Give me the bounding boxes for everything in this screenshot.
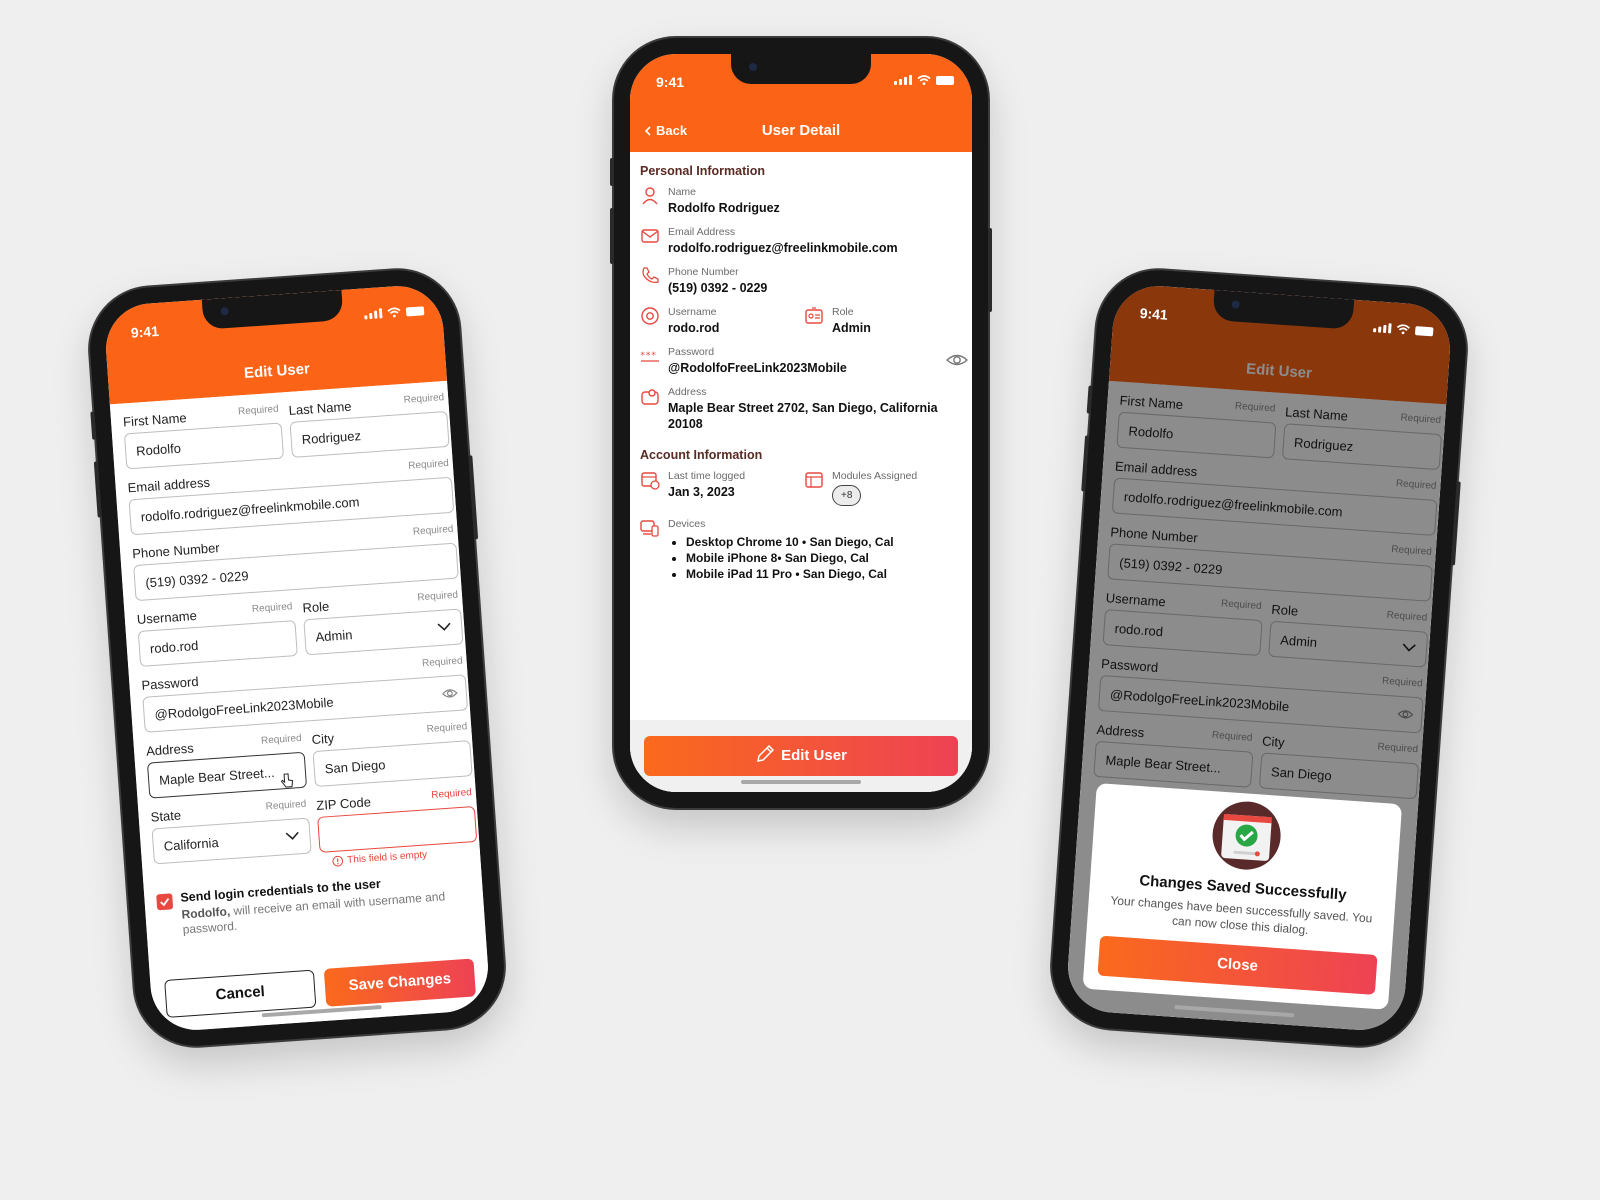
personal-info-heading: Personal Information [640,164,766,178]
success-dialog: Changes Saved Successfully Your changes … [1082,782,1403,1010]
check-icon [160,898,170,907]
state-field: State Required California [150,798,312,865]
home-indicator [741,780,861,784]
hand-cursor-icon [280,773,294,788]
chevron-down-icon [437,622,451,631]
device-item: Desktop Chrome 10 • San Diego, Cal [686,534,894,550]
devices-icon [640,520,659,537]
battery-icon [936,76,954,85]
wifi-icon [387,307,401,318]
send-credentials-checkbox[interactable] [156,893,174,911]
signal-icon [364,308,383,320]
first-name-field: First Name Required Rodolfo [123,403,285,470]
calendar-clock-icon [641,472,660,490]
pencil-icon [757,744,775,762]
city-field: City Required San Diego [311,720,473,788]
saved-dialog-screen: 9:41 Edit User First Name Required Rodol… [1065,283,1453,1033]
detail-body: Personal Information Name Rodolfo Rodrig… [630,152,972,792]
edit-user-screen: 9:41 Edit User First Name Required Rodol… [103,283,491,1033]
address-field: Address Required Maple Bear Street... [146,732,308,799]
modules-badge[interactable]: +8 [832,485,862,506]
save-changes-button[interactable]: Save Changes [323,958,477,1007]
state-select[interactable]: California [151,817,312,865]
edit-user-button[interactable]: Edit User [644,736,958,776]
user-icon [642,187,658,205]
battery-icon [1414,326,1434,337]
edit-user-phone: 9:41 Edit User First Name Required Rodol… [85,266,509,1050]
username-input[interactable]: rodo.rod [137,620,298,667]
devices-list: Desktop Chrome 10 • San Diego, Cal Mobil… [670,534,894,582]
status-time: 9:41 [656,74,685,90]
device-item: Mobile iPhone 8• San Diego, Cal [686,550,894,566]
id-badge-icon [805,307,823,324]
signal-icon [894,75,912,85]
devices-row: Devices Desktop Chrome 10 • San Diego, C… [640,518,960,588]
page-title: User Detail [761,122,841,139]
eye-icon[interactable] [441,686,458,701]
wifi-icon [917,75,931,85]
account-info-heading: Account Information [640,448,763,462]
first-name-input[interactable]: Rodolfo [123,422,285,470]
saved-dialog-phone: 9:41 Edit User First Name Required Rodol… [1047,266,1471,1050]
battery-icon [405,306,425,317]
mail-icon [641,229,659,243]
user-detail-screen: 9:41 Back User Detail Personal Informati… [630,54,972,792]
svg-text:***: *** [640,351,656,361]
last-name-field: Last Name Required Rodriguez [288,391,450,458]
last-name-input[interactable]: Rodriguez [289,410,450,458]
close-button[interactable]: Close [1097,935,1378,995]
username-field: Username Required rodo.rod [136,600,298,667]
role-field: Role Required Admin [302,588,464,656]
device-item: Mobile iPad 11 Pro • San Diego, Cal [686,566,894,582]
success-illustration-icon [1210,799,1283,872]
city-input[interactable]: San Diego [312,740,473,788]
error-icon [332,855,344,867]
phone-icon [642,267,659,284]
eye-icon[interactable] [946,352,968,368]
zip-field: ZIP Code Required This field is empty [316,786,478,867]
at-icon [641,307,659,325]
role-select[interactable]: Admin [303,608,464,656]
layout-icon [805,472,823,488]
status-time: 9:41 [1139,304,1169,323]
map-pin-icon [641,389,659,405]
zip-error: This field is empty [332,849,427,867]
signal-icon [1373,322,1392,334]
wifi-icon [1396,324,1410,335]
send-credentials-option: Send login credentials to the user Rodol… [156,870,479,937]
edit-form: First Name Required Rodolfo Last Name Re… [109,380,491,1033]
password-icon: *** [640,351,659,362]
chevron-down-icon [285,831,299,840]
status-time: 9:41 [130,322,160,341]
user-detail-phone: 9:41 Back User Detail Personal Informati… [610,38,992,808]
zip-input[interactable] [317,805,478,853]
